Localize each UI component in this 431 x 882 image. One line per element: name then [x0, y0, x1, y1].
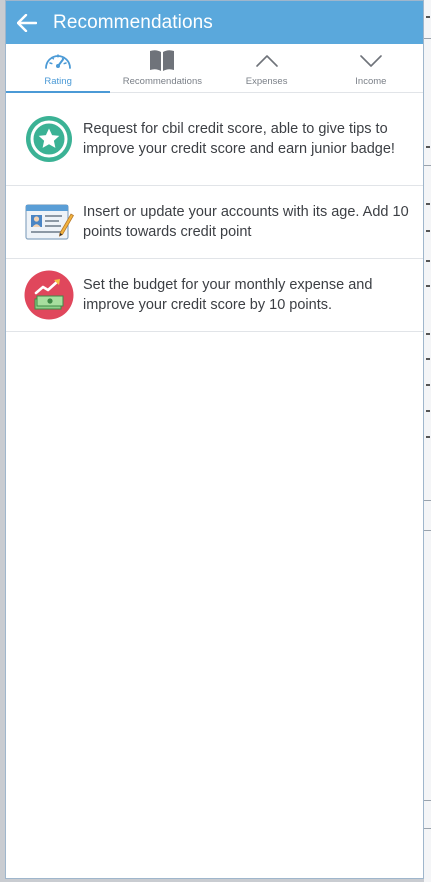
- tab-label: Rating: [44, 76, 72, 87]
- recommendation-item[interactable]: Request for cbil credit score, able to g…: [6, 93, 423, 186]
- tab-rating[interactable]: Rating: [6, 44, 111, 93]
- background-divider: [424, 500, 431, 501]
- recommendation-item[interactable]: Insert or update your accounts with its …: [6, 186, 423, 259]
- background-mark: [426, 436, 430, 438]
- tab-recommendations[interactable]: Recommendations: [110, 44, 214, 92]
- tab-bar: Rating Recommendations Expenses Income: [6, 44, 423, 93]
- tab-label: Income: [355, 76, 387, 87]
- tab-label: Expenses: [245, 76, 288, 87]
- speedometer-icon: [45, 54, 72, 69]
- recommendation-text: Set the budget for your monthly expense …: [83, 277, 373, 313]
- chevron-up-icon: [255, 55, 278, 67]
- back-button[interactable]: [9, 1, 45, 44]
- background-divider: [424, 800, 431, 801]
- tab-expenses[interactable]: Expenses: [215, 44, 319, 92]
- recommendations-window: Recommendations Rating Recommendations E…: [5, 0, 424, 879]
- chevron-down-icon: [360, 55, 382, 67]
- background-mark: [426, 285, 430, 287]
- background-divider: [424, 38, 431, 39]
- recommendation-list: Request for cbil credit score, able to g…: [6, 93, 423, 332]
- recommendation-item[interactable]: Set the budget for your monthly expense …: [6, 259, 423, 332]
- account-card-icon: [25, 204, 74, 240]
- background-window-edge: [424, 0, 431, 882]
- tab-label: Recommendations: [122, 76, 202, 87]
- background-mark: [426, 230, 430, 232]
- background-mark: [426, 146, 430, 148]
- background-divider: [424, 530, 431, 531]
- arrow-left-icon: [17, 13, 37, 32]
- background-mark: [426, 384, 430, 386]
- background-mark: [426, 16, 430, 18]
- page-title: Recommendations: [53, 11, 213, 33]
- recommendation-text: Insert or update your accounts with its …: [83, 204, 409, 240]
- tab-income[interactable]: Income: [319, 44, 423, 92]
- background-mark: [426, 203, 430, 205]
- background-mark: [426, 358, 430, 360]
- money-growth-icon: [24, 270, 74, 320]
- background-mark: [426, 410, 430, 412]
- background-mark: [426, 260, 430, 262]
- book-icon: [150, 50, 175, 71]
- background-divider: [424, 165, 431, 166]
- background-divider: [424, 828, 431, 829]
- recommendation-text: Request for cbil credit score, able to g…: [83, 121, 395, 157]
- app-bar: Recommendations: [6, 1, 423, 44]
- star-badge-icon: [26, 116, 72, 162]
- background-mark: [426, 333, 430, 335]
